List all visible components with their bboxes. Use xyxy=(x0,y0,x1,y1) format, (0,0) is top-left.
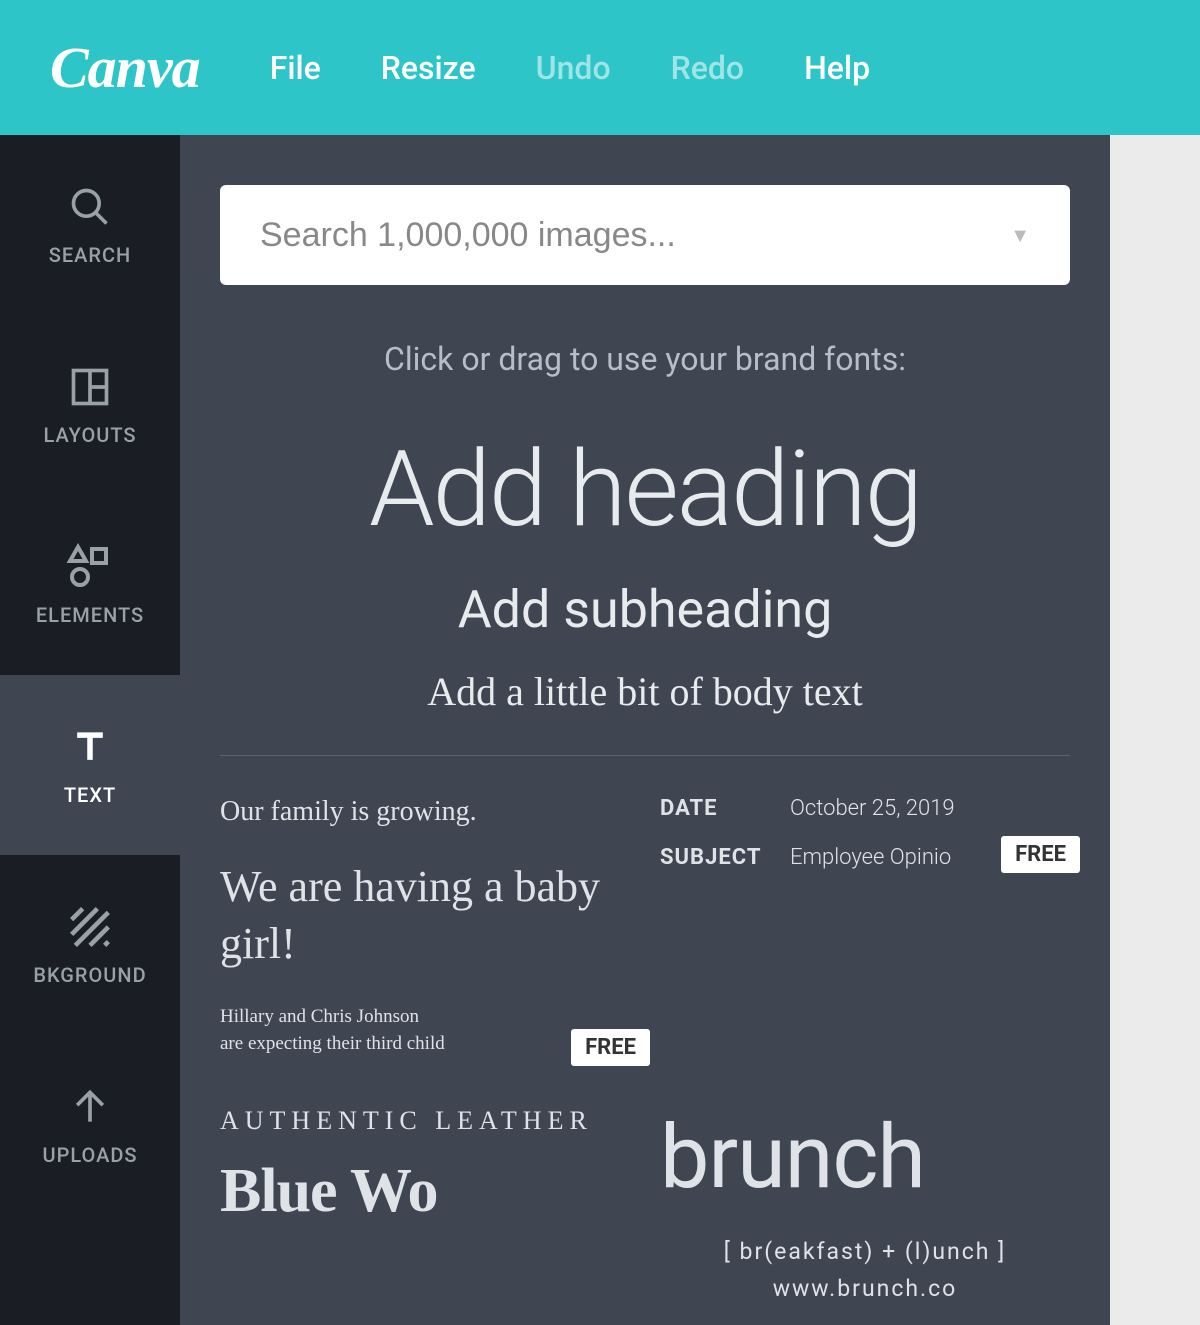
canva-logo[interactable]: Canva xyxy=(50,34,200,101)
search-icon xyxy=(66,183,114,231)
sidebar-item-label: LAYOUTS xyxy=(43,423,136,447)
sidebar-item-label: BKGROUND xyxy=(33,963,146,987)
template-label: DATE xyxy=(660,796,790,821)
template-value: Employee Opinio xyxy=(790,845,951,870)
template-text: brunch xyxy=(660,1106,1070,1209)
menu-undo[interactable]: Undo xyxy=(536,49,611,87)
menu-redo[interactable]: Redo xyxy=(671,49,744,87)
template-grid: Our family is growing. We are having a b… xyxy=(220,796,1070,1325)
add-heading-option[interactable]: Add heading xyxy=(220,428,1070,551)
chevron-down-icon[interactable]: ▼ xyxy=(1010,223,1030,248)
sidebar-item-label: ELEMENTS xyxy=(36,603,144,627)
template-label: SUBJECT xyxy=(660,845,790,870)
sidebar-item-background[interactable]: BKGROUND xyxy=(0,855,180,1035)
sidebar-item-elements[interactable]: ELEMENTS xyxy=(0,495,180,675)
text-template-brunch[interactable]: brunch [ br(eakfast) + (l)unch ] www.bru… xyxy=(660,1106,1070,1325)
top-header: Canva File Resize Undo Redo Help xyxy=(0,0,1200,135)
menu-resize[interactable]: Resize xyxy=(381,49,476,87)
canvas-area[interactable] xyxy=(1110,135,1200,1325)
text-panel: ▼ Click or drag to use your brand fonts:… xyxy=(180,135,1110,1325)
sidebar-item-search[interactable]: SEARCH xyxy=(0,135,180,315)
sidebar-item-text[interactable]: TEXT xyxy=(0,675,180,855)
text-template-leather[interactable]: AUTHENTIC LEATHER Blue Wo xyxy=(220,1106,630,1325)
instruction-text: Click or drag to use your brand fonts: xyxy=(220,340,1070,378)
template-value: October 25, 2019 xyxy=(790,796,955,821)
template-text: Our family is growing. xyxy=(220,796,630,828)
template-text: AUTHENTIC LEATHER xyxy=(220,1106,630,1136)
template-text-line: www.brunch.co xyxy=(773,1275,958,1302)
sidebar-item-label: SEARCH xyxy=(49,243,132,267)
add-body-text-option[interactable]: Add a little bit of body text xyxy=(220,668,1070,715)
sidebar-item-label: TEXT xyxy=(64,783,116,807)
sidebar-item-layouts[interactable]: LAYOUTS xyxy=(0,315,180,495)
template-text-line: Hillary and Chris Johnson xyxy=(220,1006,419,1027)
sidebar-item-label: UPLOADS xyxy=(42,1143,137,1167)
divider xyxy=(220,755,1070,756)
text-template-baby[interactable]: Our family is growing. We are having a b… xyxy=(220,796,630,1076)
template-row: DATE October 25, 2019 xyxy=(660,796,1070,821)
elements-icon xyxy=(66,543,114,591)
search-input[interactable] xyxy=(260,216,1010,255)
uploads-icon xyxy=(66,1083,114,1131)
top-menu: File Resize Undo Redo Help xyxy=(270,49,870,87)
sidebar: SEARCH LAYOUTS ELEMENTS TEXT xyxy=(0,135,180,1325)
layouts-icon xyxy=(66,363,114,411)
menu-file[interactable]: File xyxy=(270,49,321,87)
background-icon xyxy=(66,903,114,951)
main-area: SEARCH LAYOUTS ELEMENTS TEXT xyxy=(0,135,1200,1325)
text-icon xyxy=(66,723,114,771)
free-badge: FREE xyxy=(571,1029,650,1066)
text-template-memo[interactable]: DATE October 25, 2019 SUBJECT Employee O… xyxy=(660,796,1070,1076)
template-text: We are having a baby girl! xyxy=(220,858,630,972)
free-badge: FREE xyxy=(1001,836,1080,873)
template-text: Blue Wo xyxy=(220,1156,630,1227)
sidebar-item-uploads[interactable]: UPLOADS xyxy=(0,1035,180,1215)
template-text-line: are expecting their third child xyxy=(220,1033,445,1054)
template-text: Hillary and Chris Johnson are expecting … xyxy=(220,1004,630,1057)
template-text: [ br(eakfast) + (l)unch ] www.brunch.co xyxy=(660,1234,1070,1308)
add-subheading-option[interactable]: Add subheading xyxy=(220,579,1070,640)
menu-help[interactable]: Help xyxy=(804,49,870,87)
template-text-line: [ br(eakfast) + (l)unch ] xyxy=(724,1238,1006,1265)
search-box[interactable]: ▼ xyxy=(220,185,1070,285)
